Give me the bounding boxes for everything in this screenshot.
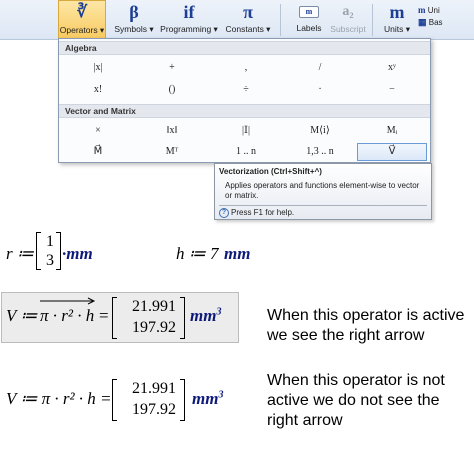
minus-op[interactable]: − — [357, 81, 427, 99]
v2-unit: mm3 — [192, 389, 223, 409]
v2-lhs-expression[interactable]: V ≔ π · r² · h = — [6, 389, 112, 409]
r-right-bracket — [56, 232, 61, 270]
r-left-bracket — [36, 232, 41, 270]
labels-button[interactable]: m Labels — [290, 0, 328, 40]
operators-label: Operators ▾ — [59, 25, 105, 35]
transpose-op[interactable]: Mᵀ — [137, 143, 207, 161]
v1-right-bracket — [180, 297, 185, 339]
factorial-op[interactable]: x! — [63, 81, 133, 99]
tooltip-body: Applies operators and functions element-… — [225, 181, 420, 200]
programming-label: Programming ▾ — [160, 24, 218, 34]
tooltip-help: ? Press F1 for help. — [219, 208, 294, 218]
inactive-note-line-1: When this operator is not — [267, 372, 445, 389]
subscript-label: Subscript — [330, 24, 366, 34]
matrix-column-op[interactable]: M⟨i⟩ — [285, 122, 355, 140]
help-icon: ? — [219, 208, 229, 218]
v1-unit-exponent: 3 — [216, 306, 222, 318]
subscript-icon: a₂ — [342, 4, 354, 19]
ribbon-toolbar: ∛ Operators ▾ β Symbols ▾ if Programming… — [0, 0, 474, 40]
v1-unit: mm3 — [190, 306, 221, 326]
cross-product-op[interactable]: × — [63, 122, 133, 140]
absolute-value-op[interactable]: |x| — [63, 59, 133, 77]
active-note-line-1: When this operator is active — [267, 307, 465, 324]
v1-expression: π · r² · h — [40, 306, 95, 325]
matrix-index-op[interactable]: Mᵢ — [357, 122, 427, 140]
tooltip-divider — [219, 205, 427, 206]
v2-right-bracket — [180, 379, 185, 421]
operators-dropdown: Algebra |x| + , / xʸ x! () ÷ · − Vector … — [58, 38, 431, 163]
unit-m-icon: m — [418, 5, 426, 15]
labels-label: Labels — [296, 23, 322, 33]
stepped-range-op[interactable]: 1,3 .. n — [285, 143, 355, 161]
subscript-button[interactable]: a₂ Subscript — [328, 0, 368, 40]
pi-icon: π — [243, 2, 253, 22]
v1-value-2: 197.92 — [132, 319, 176, 336]
ribbon-divider — [372, 4, 373, 36]
unit-system-label: Uni — [427, 6, 440, 15]
tooltip-title: Vectorization (Ctrl+Shift+^) — [219, 167, 322, 176]
symbols-label: Symbols ▾ — [114, 24, 154, 34]
v1-equals: = — [99, 306, 109, 325]
programming-button[interactable]: if Programming ▾ — [160, 0, 218, 40]
vector-matrix-heading: Vector and Matrix — [59, 104, 430, 118]
ribbon-divider — [280, 4, 281, 36]
comma-op[interactable]: , — [211, 59, 281, 77]
operators-icon: ∛ — [76, 4, 88, 21]
beta-icon: β — [129, 2, 139, 22]
r-lhs: r ≔ — [6, 244, 34, 263]
r-value-1: 1 — [46, 233, 54, 250]
parentheses-op[interactable]: () — [137, 81, 207, 99]
v2-unit-base: mm — [192, 389, 219, 408]
units-icon: m — [389, 2, 405, 22]
vectorize-arrow-icon — [40, 297, 96, 305]
v2-value-1: 21.991 — [132, 380, 176, 397]
v1-unit-base: mm — [190, 306, 217, 325]
r-value-2: 3 — [46, 252, 54, 269]
range-op[interactable]: 1 .. n — [211, 143, 281, 161]
inactive-note: When this operator is not active we do n… — [267, 371, 445, 431]
h-unit: mm — [224, 244, 251, 263]
v2-left-bracket — [112, 379, 117, 421]
units-label: Units ▾ — [384, 24, 410, 34]
vectorization-op[interactable]: V⃗ — [357, 143, 427, 161]
r-unit: ·mm — [62, 244, 93, 263]
constants-button[interactable]: π Constants ▾ — [222, 0, 274, 40]
v1-lhs: V ≔ — [6, 306, 38, 325]
determinant-op[interactable]: |𝕀| — [211, 122, 281, 140]
units-button[interactable]: m Units ▾ — [378, 0, 416, 40]
inactive-note-line-2: active we do not see the — [267, 392, 440, 409]
base-button[interactable]: ▦ Bas — [418, 16, 474, 28]
divide-slash-op[interactable]: / — [285, 59, 355, 77]
vectorization-tooltip: Vectorization (Ctrl+Shift+^) Applies ope… — [214, 163, 432, 220]
norm-op[interactable]: ‖x‖ — [137, 122, 207, 140]
tooltip-help-text: Press F1 for help. — [231, 208, 295, 218]
algebra-heading: Algebra — [59, 41, 430, 55]
ribbon-right-group: m Uni ▦ Bas — [418, 4, 474, 28]
inline-divide-op[interactable]: ÷ — [211, 81, 281, 99]
base-label: Bas — [428, 18, 443, 27]
h-expression: h ≔ 7 — [176, 244, 219, 263]
symbols-button[interactable]: β Symbols ▾ — [110, 0, 158, 40]
if-icon: if — [183, 2, 195, 22]
base-icon: ▦ — [418, 17, 427, 27]
active-note-line-2: we see the right arrow — [267, 327, 425, 344]
v1-value-1: 21.991 — [132, 298, 176, 315]
matrix-row-op[interactable]: M⃗ — [63, 143, 133, 161]
inactive-note-line-3: right arrow — [267, 412, 343, 429]
constants-label: Constants ▾ — [225, 24, 271, 34]
active-note: When this operator is active we see the … — [267, 306, 464, 346]
v2-value-2: 197.92 — [132, 401, 176, 418]
v1-left-bracket — [112, 297, 117, 339]
unit-system-button[interactable]: m Uni — [418, 4, 474, 16]
v2-unit-exponent: 3 — [218, 389, 224, 401]
plus-op[interactable]: + — [137, 59, 207, 77]
operators-button[interactable]: ∛ Operators ▾ — [58, 0, 106, 40]
power-op[interactable]: xʸ — [357, 59, 427, 77]
multiply-dot-op[interactable]: · — [285, 81, 355, 99]
label-m-icon: m — [299, 6, 319, 18]
